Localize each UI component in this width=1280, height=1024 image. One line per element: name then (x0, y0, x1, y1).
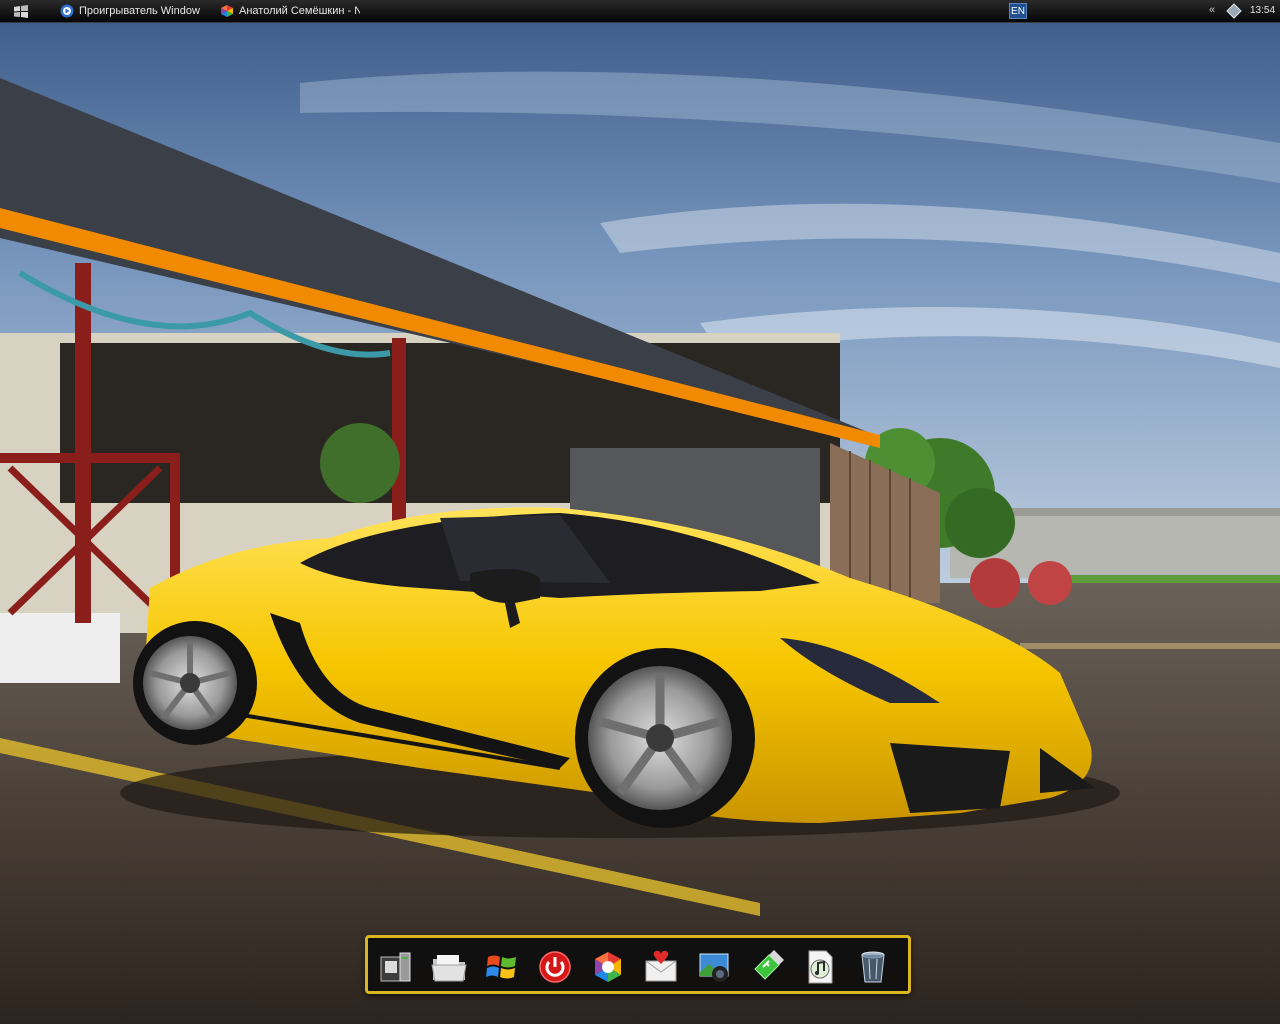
dock-item-browser[interactable] (588, 947, 628, 987)
windows-logo-icon (486, 955, 516, 979)
dock (365, 935, 911, 994)
browser-icon (221, 5, 233, 17)
recycle-bin-icon (861, 951, 885, 983)
dock-item-photos[interactable] (694, 947, 734, 987)
start-button[interactable] (8, 3, 34, 20)
dock-item-shutdown[interactable] (535, 947, 575, 987)
dock-item-music[interactable] (800, 947, 840, 987)
taskbar: Проигрыватель Windows... Анатолий Семёшк… (0, 0, 1280, 23)
browser-icon (595, 952, 621, 982)
task-label: Анатолий Семёшкин - Ni... (239, 5, 360, 17)
windows-media-player-icon (60, 4, 74, 18)
wallpaper-image (0, 23, 1280, 1024)
dock-item-usb[interactable] (747, 947, 787, 987)
computer-icon (380, 952, 411, 982)
task-label: Проигрыватель Windows... (79, 5, 200, 17)
taskbar-item-media-player[interactable]: Проигрыватель Windows... (60, 2, 200, 20)
taskbar-item-browser[interactable]: Анатолий Семёшкин - Ni... (220, 2, 360, 20)
dock-item-documents[interactable] (429, 947, 469, 987)
tray-expand-arrow[interactable]: « (1209, 4, 1215, 16)
mail-heart-icon (645, 950, 677, 982)
desktop-wallpaper (0, 23, 1280, 1024)
camera-icon (699, 953, 729, 982)
music-file-icon (808, 950, 833, 984)
dock-item-windows[interactable] (482, 947, 522, 987)
windows-start-icon (14, 5, 28, 18)
dock-item-recycle-bin[interactable] (853, 947, 893, 987)
tray-network-icon[interactable] (1226, 3, 1242, 19)
dock-item-computer[interactable] (376, 947, 416, 987)
usb-icon (754, 950, 784, 980)
language-indicator[interactable]: EN (1009, 3, 1027, 19)
folder-icon (431, 955, 467, 982)
clock[interactable]: 13:54 (1250, 5, 1275, 16)
dock-item-mail[interactable] (641, 947, 681, 987)
power-icon (539, 951, 571, 983)
